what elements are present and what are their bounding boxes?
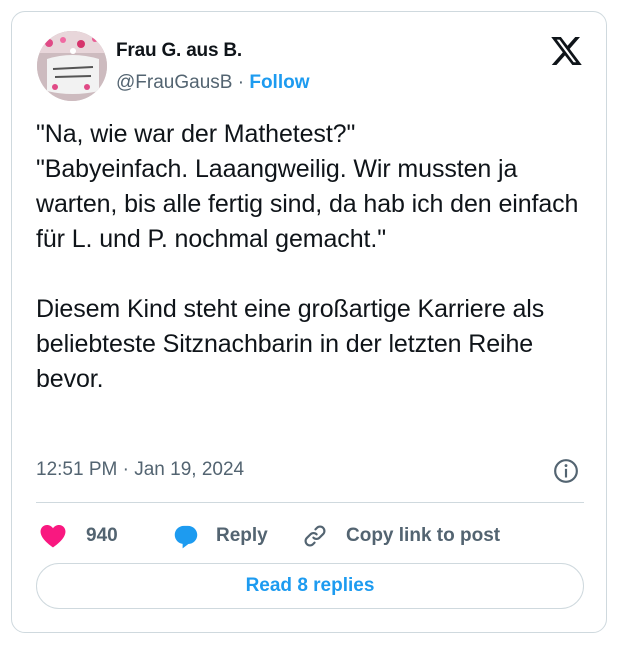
avatar[interactable] xyxy=(37,31,107,101)
copy-link-button[interactable]: Copy link to post xyxy=(302,516,500,556)
separator-dot: · xyxy=(237,72,245,93)
action-bar: 940 Reply Copy link to post xyxy=(36,516,584,556)
like-button[interactable]: 940 xyxy=(40,516,118,556)
copy-link-label: Copy link to post xyxy=(346,525,501,546)
tweet-card: Frau G. aus B. @FrauGausB · Follow "Na, … xyxy=(11,11,607,633)
follow-button[interactable]: Follow xyxy=(249,72,309,93)
tweet-timestamp[interactable]: 12:51 PM · Jan 19, 2024 xyxy=(36,459,244,481)
x-logo-icon[interactable] xyxy=(551,37,582,65)
link-icon xyxy=(304,525,326,547)
read-replies-label: Read 8 replies xyxy=(245,575,375,596)
reply-label: Reply xyxy=(216,525,268,546)
author-handle[interactable]: @FrauGausB xyxy=(116,72,232,93)
reply-button[interactable]: Reply xyxy=(172,516,268,556)
info-icon[interactable] xyxy=(553,458,579,484)
author-display-name[interactable]: Frau G. aus B. xyxy=(116,40,242,62)
reply-bubble-icon xyxy=(174,525,198,548)
tweet-text: "Na, wie war der Mathetest?" "Babyeinfac… xyxy=(36,120,579,393)
author-handle-row: @FrauGausB · Follow xyxy=(116,72,310,94)
divider xyxy=(36,502,584,503)
read-replies-button[interactable]: Read 8 replies xyxy=(36,563,584,609)
heart-icon xyxy=(40,524,66,548)
like-count: 940 xyxy=(86,525,118,546)
